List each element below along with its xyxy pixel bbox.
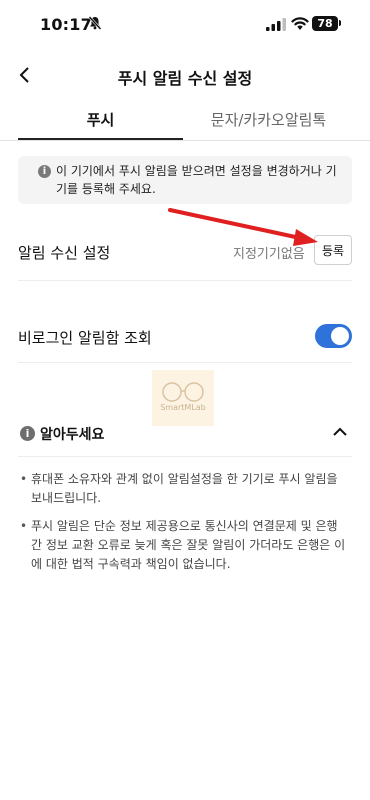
- notice-text: 이 기기에서 푸시 알림을 받으려면 설정을 변경하거나 기기를 등록해 주세요…: [56, 164, 337, 196]
- chevron-up-icon[interactable]: [333, 426, 347, 438]
- notice-box: i 이 기기에서 푸시 알림을 받으려면 설정을 변경하거나 기기를 등록해 주…: [18, 156, 352, 204]
- page-title: 푸시 알림 수신 설정: [117, 69, 253, 88]
- receive-setting-row: 알림 수신 설정 지정기기없음 등록: [18, 230, 352, 281]
- status-time: 10:17: [40, 15, 92, 34]
- wifi-icon: [291, 17, 309, 30]
- receive-setting-label: 알림 수신 설정: [18, 244, 111, 262]
- battery-icon: 78: [312, 16, 338, 31]
- non-login-inbox-toggle[interactable]: [315, 324, 352, 348]
- status-bar: 10:17 78: [0, 0, 370, 50]
- device-status: 지정기기없음: [233, 247, 305, 262]
- tab-bar: 푸시 문자/카카오알림톡: [0, 104, 370, 141]
- non-login-inbox-row: 비로그인 알림함 조회: [18, 310, 352, 363]
- info-icon: i: [38, 165, 51, 178]
- tab-sms-kakao[interactable]: 문자/카카오알림톡: [185, 104, 352, 140]
- glasses-icon: [162, 382, 204, 402]
- bell-off-icon: [88, 16, 102, 30]
- non-login-inbox-label: 비로그인 알림함 조회: [18, 329, 152, 347]
- watermark-text: SmartMLab: [160, 403, 206, 412]
- watermark-logo: SmartMLab: [152, 370, 214, 426]
- tab-push[interactable]: 푸시: [18, 104, 183, 140]
- toggle-knob: [331, 327, 349, 345]
- register-button[interactable]: 등록: [314, 235, 352, 265]
- list-item: 푸시 알림은 단순 정보 제공용으로 통신사의 연결문제 및 은행 간 정보 교…: [18, 517, 352, 574]
- section-title: 알아두세요: [40, 427, 105, 443]
- nav-bar: 푸시 알림 수신 설정: [0, 55, 370, 95]
- info-icon: i: [20, 426, 35, 441]
- battery-tip: [339, 20, 341, 26]
- list-item: 휴대폰 소유자와 관계 없이 알림설정을 한 기기로 푸시 알림을 보내드립니다…: [18, 470, 352, 508]
- notice-list: 휴대폰 소유자와 관계 없이 알림설정을 한 기기로 푸시 알림을 보내드립니다…: [18, 470, 352, 583]
- notice-section-header[interactable]: i 알아두세요: [18, 420, 352, 457]
- signal-icon: [266, 18, 286, 31]
